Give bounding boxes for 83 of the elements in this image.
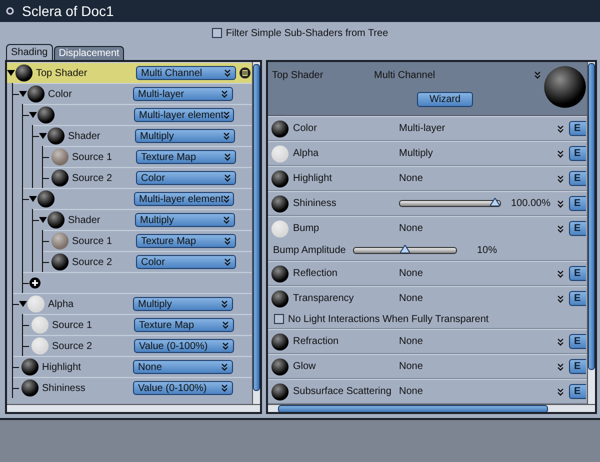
shader-dropdown[interactable]: Multiply xyxy=(135,213,235,227)
shader-dropdown[interactable]: Multi-layer element xyxy=(134,108,234,122)
shader-name: Shader xyxy=(68,214,100,226)
channel-value[interactable]: Multi-layer xyxy=(399,123,557,134)
shader-dropdown[interactable]: Multi-layer element xyxy=(134,192,234,206)
shader-tree-row[interactable]: Alpha Multiply xyxy=(13,293,252,314)
channel-value[interactable]: None xyxy=(399,293,557,304)
shader-name: Source 1 xyxy=(52,320,92,330)
slider-reading: 10% xyxy=(476,244,498,256)
edit-button[interactable]: E xyxy=(569,221,586,236)
channel-name: Highlight xyxy=(293,173,333,184)
shader-name: Top Shader xyxy=(36,68,88,78)
channel-name: Transparency xyxy=(293,293,355,304)
channel-value[interactable]: Multiply xyxy=(399,148,557,159)
slider-label: Bump Amplitude xyxy=(273,244,347,256)
shader-dropdown[interactable]: Texture Map xyxy=(136,150,236,164)
shader-name: Shader xyxy=(68,130,100,142)
slider-reading: 100.00% xyxy=(511,198,550,209)
channel-name: Refraction xyxy=(293,336,340,347)
tab[interactable]: Shading xyxy=(6,44,53,60)
shader-name: Source 1 xyxy=(72,152,112,162)
shader-dropdown[interactable]: Multiply xyxy=(133,297,233,311)
shader-dropdown[interactable]: Texture Map xyxy=(134,318,234,332)
channel-value[interactable]: None xyxy=(399,361,557,372)
shader-tree-row[interactable]: Source 2 Color xyxy=(43,251,252,272)
channel-value[interactable]: None xyxy=(399,173,557,184)
shader-tree-row[interactable]: Multi-layer element xyxy=(23,188,252,209)
shader-tree-row[interactable]: Color Multi-layer xyxy=(13,83,252,104)
shader-tree-row[interactable]: Source 1 Texture Map xyxy=(43,230,252,251)
edit-button[interactable]: E xyxy=(569,359,586,374)
shader-dropdown[interactable]: Value (0-100%) xyxy=(134,339,234,353)
channel-value[interactable]: None xyxy=(399,336,557,347)
shader-tree-row[interactable]: Top Shader Multi Channel xyxy=(7,62,252,83)
channel-name: Bump xyxy=(293,223,320,234)
shader-tree-row[interactable]: Shininess Value (0-100%) xyxy=(13,377,252,398)
channel-name: Glow xyxy=(293,361,317,372)
edit-button[interactable]: E xyxy=(569,291,586,306)
channel-value[interactable]: None xyxy=(399,268,557,279)
channel-name: Alpha xyxy=(293,148,320,159)
edit-button[interactable]: E xyxy=(569,196,586,211)
edit-button[interactable]: E xyxy=(569,171,586,186)
shader-tree-row[interactable]: Shader Multiply xyxy=(33,125,252,146)
shader-dropdown[interactable]: Color xyxy=(136,255,236,269)
shader-name: Color xyxy=(48,88,72,100)
edit-button[interactable]: E xyxy=(569,121,586,136)
edit-button[interactable]: E xyxy=(569,334,586,349)
checkbox-label: Filter Simple Sub-Shaders from Tree xyxy=(226,28,388,38)
shader-tree-row[interactable]: Multi-layer element xyxy=(23,104,252,125)
shader-dropdown[interactable]: Texture Map xyxy=(136,234,236,248)
channel-name: Shininess xyxy=(293,198,338,209)
checkbox-label: No Light Interactions When Fully Transparent xyxy=(288,314,489,324)
shader-dropdown[interactable]: Color xyxy=(136,171,236,185)
shader-name: Source 1 xyxy=(72,236,112,246)
channel-name: Reflection xyxy=(293,268,338,279)
shader-dropdown[interactable]: None xyxy=(133,360,233,374)
shader-name: Alpha xyxy=(48,298,74,310)
shader-tree-row[interactable]: Source 2 Value (0-100%) xyxy=(23,335,252,356)
shader-tree-row[interactable]: Highlight None xyxy=(13,356,252,377)
window-title: Sclera of Doc1 xyxy=(22,3,114,19)
edit-button[interactable]: E xyxy=(569,266,586,281)
shader-name: Source 2 xyxy=(72,256,112,268)
shader-tree-row[interactable]: Shader Multiply xyxy=(33,209,252,230)
shader-name: Highlight xyxy=(42,362,81,372)
edit-button[interactable]: E xyxy=(569,384,586,399)
shader-tree-row[interactable]: Source 1 Texture Map xyxy=(23,314,252,335)
shader-dropdown[interactable]: Multiply xyxy=(135,129,235,143)
shader-name: Shininess xyxy=(42,382,86,394)
channel-name: Subsurface Scattering xyxy=(293,386,392,397)
shader-tree-row[interactable]: Source 2 Color xyxy=(43,167,252,188)
edit-button[interactable]: E xyxy=(569,146,586,161)
channel-value[interactable]: None xyxy=(399,386,557,397)
shader-name: Source 2 xyxy=(52,340,92,352)
tab[interactable]: Displacement xyxy=(54,46,124,60)
channel-name: Color xyxy=(293,123,318,134)
shader-name: Source 2 xyxy=(72,172,112,184)
shader-name: Top Shader xyxy=(272,70,324,80)
shader-dropdown[interactable]: Value (0-100%) xyxy=(133,381,233,395)
shader-dropdown[interactable]: Multi Channel xyxy=(136,66,236,80)
channel-value[interactable]: None xyxy=(399,223,557,234)
shader-tree-row[interactable]: Source 1 Texture Map xyxy=(43,146,252,167)
shader-dropdown[interactable]: Multi-layer xyxy=(133,87,233,101)
shader-type[interactable]: Multi Channel xyxy=(374,70,436,80)
wizard-button[interactable]: Wizard xyxy=(417,92,473,107)
